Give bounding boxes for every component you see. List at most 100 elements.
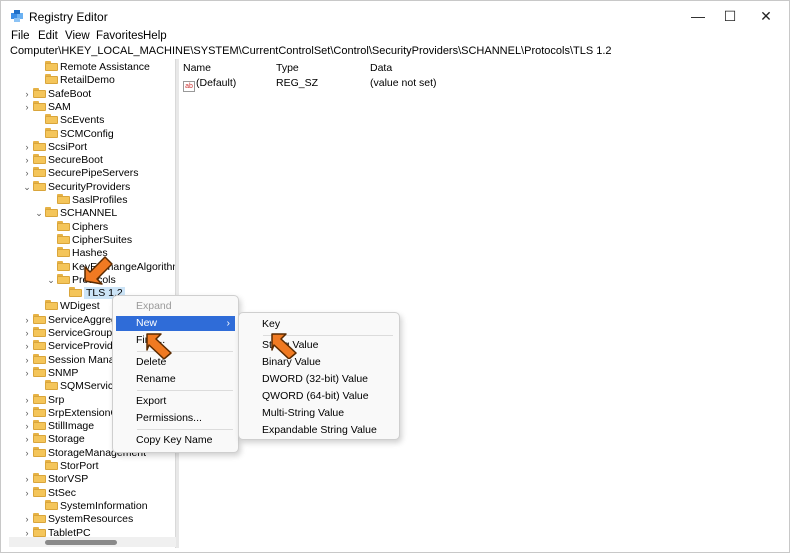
menu-item-new[interactable]: New › [116, 316, 235, 331]
menu-view[interactable]: View [65, 30, 90, 42]
tree-item[interactable]: › SecureBoot [21, 154, 103, 167]
value-data: (value not set) [370, 77, 437, 89]
chevron-right-icon[interactable]: › [21, 367, 33, 380]
folder-icon [33, 180, 46, 191]
menu-separator [137, 429, 233, 430]
tree-item[interactable]: WDigest [33, 300, 100, 313]
chevron-right-icon[interactable]: › [21, 101, 33, 114]
chevron-right-icon[interactable]: › [21, 154, 33, 167]
chevron-right-icon[interactable]: › [21, 433, 33, 446]
tree-item[interactable]: › ScsiPort [21, 140, 88, 154]
chevron-right-icon[interactable]: › [21, 327, 33, 340]
tree-item[interactable]: ScEvents [33, 114, 104, 127]
submenu-item-expandable-string-value[interactable]: Expandable String Value [242, 423, 396, 438]
tree-item-label: StorVSP [48, 473, 89, 486]
tree-item[interactable]: › StillImage [21, 420, 94, 433]
folder-icon [33, 340, 46, 351]
column-header-type[interactable]: Type [276, 62, 299, 74]
tree-item[interactable]: › SNMP [21, 366, 78, 380]
submenu-item-binary-value[interactable]: Binary Value [242, 355, 396, 370]
address-bar[interactable]: Computer\HKEY_LOCAL_MACHINE\SYSTEM\Curre… [1, 45, 789, 59]
tree-item[interactable]: ⌄ Protocols [45, 273, 116, 287]
tree-item[interactable]: SystemInformation [33, 499, 148, 513]
menu-bar: File Edit View Favorites Help [1, 28, 789, 44]
value-row-name[interactable]: ab (Default) [183, 77, 236, 92]
tree-item[interactable]: Remote Assistance [33, 61, 150, 74]
tree-item[interactable]: › SecurePipeServers [21, 167, 138, 180]
chevron-right-icon[interactable]: › [21, 141, 33, 154]
column-header-data[interactable]: Data [370, 62, 392, 74]
menu-help[interactable]: Help [143, 30, 167, 42]
menu-item-find[interactable]: Find... [116, 333, 235, 348]
tree-item[interactable]: SCMConfig [33, 127, 114, 141]
chevron-right-icon[interactable]: › [21, 407, 33, 420]
registry-app-icon [11, 10, 23, 22]
menu-edit[interactable]: Edit [38, 30, 58, 42]
submenu-item-dword-value[interactable]: DWORD (32-bit) Value [242, 372, 396, 387]
tree-item-label: SafeBoot [48, 87, 92, 100]
tree-item-label: ScsiPort [48, 140, 88, 153]
scrollbar-thumb[interactable] [45, 540, 117, 545]
menu-item-export[interactable]: Export [116, 394, 235, 409]
chevron-right-icon[interactable]: › [21, 447, 33, 460]
tree-item[interactable]: Ciphers [45, 220, 108, 234]
chevron-right-icon[interactable]: › [21, 394, 33, 407]
tree-item[interactable]: RetailDemo [33, 74, 115, 87]
tree-item[interactable]: › Srp [21, 393, 65, 407]
submenu-item-string-value[interactable]: String Value [242, 338, 396, 353]
chevron-right-icon[interactable]: › [21, 167, 33, 180]
tree-item[interactable]: KeyExchangeAlgorithms [45, 260, 176, 274]
tree-item-label: SystemResources [48, 513, 134, 526]
tree-item-label: SaslProfiles [72, 194, 128, 206]
tree-item[interactable]: › ServiceProvider [21, 340, 122, 353]
chevron-right-icon[interactable]: › [21, 487, 33, 500]
menu-item-copy-key-name[interactable]: Copy Key Name [116, 433, 235, 448]
tree-item[interactable]: StorPort [33, 460, 99, 473]
tree-item[interactable]: SaslProfiles [45, 194, 127, 207]
folder-icon [33, 433, 46, 444]
tree-item-label: SCMConfig [60, 127, 114, 140]
tree-item[interactable]: › SystemResources [21, 513, 133, 526]
tree-item[interactable]: › StorVSP [21, 473, 88, 486]
chevron-right-icon[interactable]: › [21, 420, 33, 433]
tree-horizontal-scrollbar[interactable] [9, 537, 176, 547]
menu-item-rename[interactable]: Rename [116, 372, 235, 387]
menu-item-delete[interactable]: Delete [116, 355, 235, 370]
chevron-right-icon[interactable]: › [21, 354, 33, 367]
chevron-down-icon[interactable]: ⌄ [45, 274, 57, 287]
menu-item-expand[interactable]: Expand [116, 299, 235, 314]
tree-item-label: SystemInformation [60, 499, 148, 512]
folder-icon [45, 300, 58, 311]
values-list[interactable]: Name Type Data ab (Default) REG_SZ (value… [179, 59, 789, 548]
folder-icon [33, 313, 46, 324]
chevron-right-icon[interactable]: › [21, 340, 33, 353]
tree-item[interactable]: › SafeBoot [21, 87, 92, 101]
chevron-right-icon[interactable]: › [21, 314, 33, 327]
submenu-item-multi-string-value[interactable]: Multi-String Value [242, 406, 396, 421]
tree-item[interactable]: › StSec [21, 486, 76, 500]
tree-item[interactable]: ⌄ SCHANNEL [33, 207, 117, 220]
menu-file[interactable]: File [11, 30, 30, 42]
tree-item-label: Srp [48, 393, 65, 406]
tree-item[interactable]: › Storage [21, 433, 85, 446]
chevron-down-icon[interactable]: ⌄ [21, 181, 33, 194]
tree-item[interactable]: CipherSuites [45, 233, 132, 247]
tree-item[interactable]: › SAM [21, 100, 71, 114]
menu-favorites[interactable]: Favorites [96, 30, 143, 42]
chevron-right-icon[interactable]: › [21, 473, 33, 486]
tree-item-label: Remote Assistance [60, 61, 150, 73]
tree-item[interactable]: Hashes [45, 247, 108, 260]
tree-item-label: StorPort [60, 460, 99, 472]
submenu-item-key[interactable]: Key [242, 317, 396, 332]
submenu-item-qword-value[interactable]: QWORD (64-bit) Value [242, 389, 396, 404]
chevron-right-icon[interactable]: › [21, 88, 33, 101]
menu-item-permissions[interactable]: Permissions... [116, 411, 235, 426]
string-value-icon: ab [183, 81, 195, 92]
column-header-name[interactable]: Name [183, 62, 211, 74]
tree-item[interactable]: ⌄ SecurityProviders [21, 180, 130, 194]
folder-icon [33, 353, 46, 364]
tree-item-label: Storage [48, 433, 85, 446]
close-button[interactable]: ✕ [743, 1, 789, 31]
chevron-down-icon[interactable]: ⌄ [33, 207, 45, 220]
chevron-right-icon[interactable]: › [21, 513, 33, 526]
